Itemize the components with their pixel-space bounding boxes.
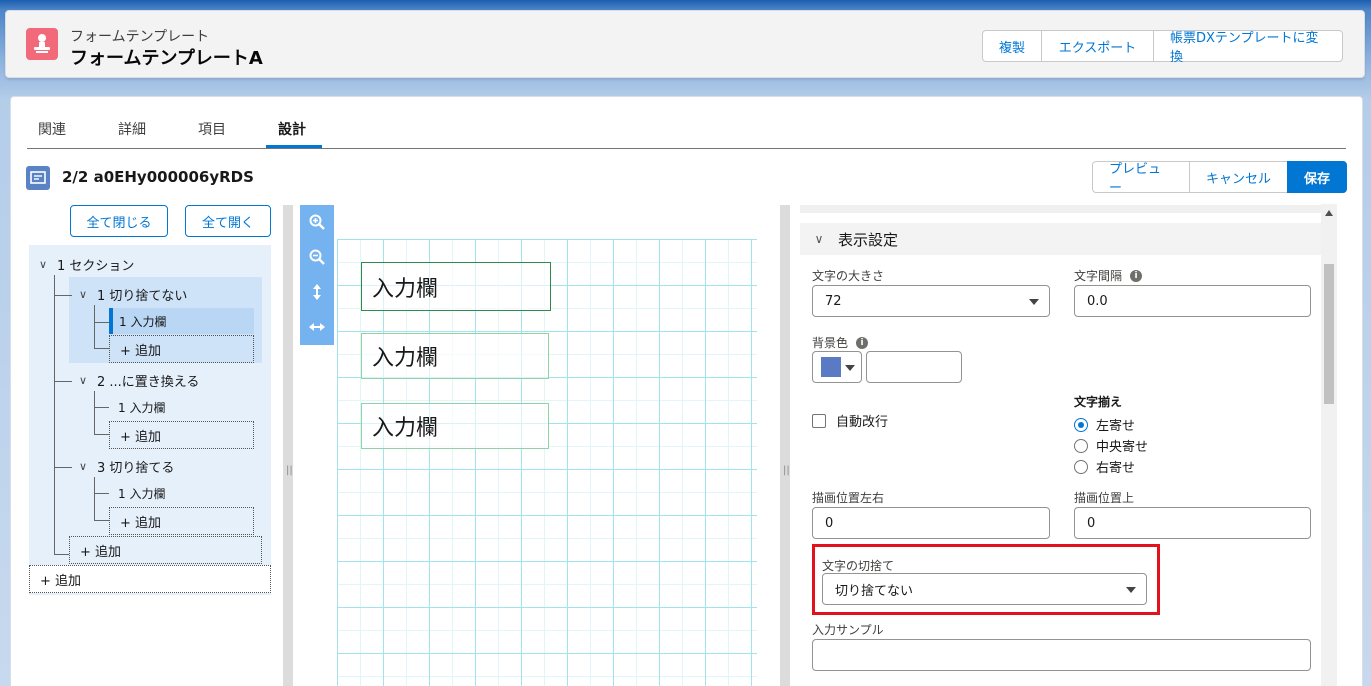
auto-wrap-checkbox[interactable]: 自動改行 (812, 411, 888, 430)
tab-related[interactable]: 関連 (38, 119, 66, 139)
canvas-field-2[interactable]: 入力欄 (361, 333, 549, 379)
tab-fields[interactable]: 項目 (198, 119, 226, 139)
section-title: 表示設定 (838, 230, 899, 249)
font-size-select[interactable]: 72 (812, 285, 1050, 317)
letter-spacing-input[interactable]: 0.0 (1074, 285, 1311, 317)
canvas-field-1[interactable]: 入力欄 (361, 262, 551, 311)
scroll-up-icon[interactable] (1325, 210, 1333, 216)
chevron-down-icon: ∨ (814, 232, 824, 246)
chevron-down-icon: ∨ (79, 374, 88, 387)
align-center-radio[interactable]: 中央寄せ (1074, 436, 1148, 455)
bg-color-picker[interactable] (812, 351, 862, 383)
clone-button[interactable]: 複製 (982, 30, 1042, 62)
highlight-box (812, 544, 1160, 615)
cancel-button[interactable]: キャンセル (1189, 161, 1288, 193)
zoom-out-icon[interactable] (300, 240, 334, 274)
color-swatch (821, 357, 841, 377)
canvas-field-3[interactable]: 入力欄 (361, 403, 549, 449)
pos-y-label: 描画位置上 (1074, 491, 1135, 505)
record-icon (26, 166, 50, 190)
object-label: フォームテンプレート (70, 29, 210, 45)
info-icon[interactable]: i (856, 336, 869, 349)
align-right-radio[interactable]: 右寄せ (1074, 457, 1135, 476)
right-splitter[interactable]: || (780, 205, 790, 686)
chevron-down-icon: ∨ (39, 258, 48, 271)
form-template-icon (26, 28, 58, 60)
tree-add-group-button[interactable]: + 追加 (69, 536, 262, 564)
sample-label: 入力サンプル (812, 623, 884, 637)
tree-group-3[interactable]: ∨ 3 切り捨てる (79, 457, 174, 476)
section-divider (800, 205, 1323, 213)
record-header: フォームテンプレート フォームテンプレートA 複製 エクスポート 帳票DXテンプ… (5, 10, 1365, 78)
zoom-in-icon[interactable] (300, 205, 334, 239)
convert-button[interactable]: 帳票DXテンプレートに変換 (1153, 30, 1343, 65)
caret-down-icon (845, 365, 855, 371)
page-title: フォームテンプレートA (70, 48, 263, 69)
checkbox[interactable] (812, 413, 826, 428)
properties-panel: ∨ 表示設定 文字の大きさ 72 文字間隔 i 0.0 背景色 i 自動改行 文字揃… (790, 205, 1346, 686)
design-canvas[interactable]: 入力欄 入力欄 入力欄 (293, 205, 780, 686)
tree-add-section-button[interactable]: + 追加 (29, 565, 271, 593)
active-tab-indicator (266, 145, 322, 148)
info-icon[interactable]: i (1130, 269, 1143, 282)
tab-bar: 関連 詳細 項目 設計 (27, 97, 1346, 149)
display-settings-header[interactable]: ∨ 表示設定 (800, 223, 1323, 255)
tree-group-2[interactable]: ∨ 2 ...に置き換える (79, 371, 199, 390)
tree-item[interactable]: 1 入力欄 (118, 485, 165, 502)
scrollbar-thumb[interactable] (1324, 264, 1334, 404)
tree-group-1[interactable]: ∨ 1 切り捨てない (79, 285, 187, 304)
tree-group-label: 2 ...に置き換える (97, 375, 200, 390)
bg-color-label: 背景色 i (812, 334, 869, 351)
tree-item-label: 1 入力欄 (119, 315, 167, 329)
chevron-down-icon: ∨ (79, 460, 88, 473)
export-button[interactable]: エクスポート (1041, 30, 1154, 62)
text-align-label: 文字揃え (1074, 395, 1123, 409)
tree-section-1[interactable]: ∨ 1 セクション (39, 255, 134, 274)
tab-details[interactable]: 詳細 (118, 119, 146, 139)
record-title: 2/2 a0EHy000006yRDS (62, 168, 254, 186)
properties-scrollbar[interactable] (1321, 204, 1337, 686)
fit-horizontal-icon[interactable] (300, 310, 334, 344)
tree-add-item-button[interactable]: + 追加 (109, 335, 254, 363)
design-actions: プレビュー キャンセル 保存 (1092, 161, 1347, 196)
tree-group-label: 1 切り捨てない (97, 289, 188, 304)
chevron-down-icon: ∨ (79, 288, 88, 301)
save-button[interactable]: 保存 (1287, 161, 1347, 193)
main-card: 関連 詳細 項目 設計 2/2 a0EHy000006yRDS プレビュー キャ… (10, 96, 1363, 686)
align-left-radio[interactable]: 左寄せ (1074, 415, 1135, 434)
header-actions: 複製 エクスポート 帳票DXテンプレートに変換 (982, 30, 1343, 65)
caret-down-icon (1029, 299, 1039, 305)
tree-add-item-button[interactable]: + 追加 (109, 507, 254, 535)
tree-group-label: 3 切り捨てる (97, 461, 175, 476)
sample-input[interactable] (812, 639, 1311, 671)
expand-all-button[interactable]: 全て開く (185, 205, 271, 237)
letter-spacing-label: 文字間隔 i (1074, 267, 1143, 284)
font-size-label: 文字の大きさ (812, 269, 885, 283)
tree-item[interactable]: 1 入力欄 (118, 399, 165, 416)
outline-panel: 全て閉じる 全て開く ∨ 1 セクション ∨ 1 切り捨てない 1 入力欄 + … (29, 205, 283, 686)
fit-vertical-icon[interactable] (300, 275, 334, 309)
tree-section-label: 1 セクション (57, 259, 135, 274)
tab-design[interactable]: 設計 (278, 119, 306, 139)
tree-item-selected[interactable]: 1 入力欄 (109, 308, 254, 334)
bg-color-input[interactable] (866, 351, 962, 383)
pos-x-label: 描画位置左右 (812, 491, 885, 505)
canvas-toolbar (300, 205, 334, 345)
tree-add-item-button[interactable]: + 追加 (109, 421, 254, 449)
preview-button[interactable]: プレビュー (1092, 161, 1190, 196)
pos-y-input[interactable]: 0 (1074, 507, 1311, 539)
left-splitter[interactable]: || (283, 205, 293, 686)
collapse-all-button[interactable]: 全て閉じる (70, 205, 168, 237)
pos-x-input[interactable]: 0 (812, 507, 1050, 539)
